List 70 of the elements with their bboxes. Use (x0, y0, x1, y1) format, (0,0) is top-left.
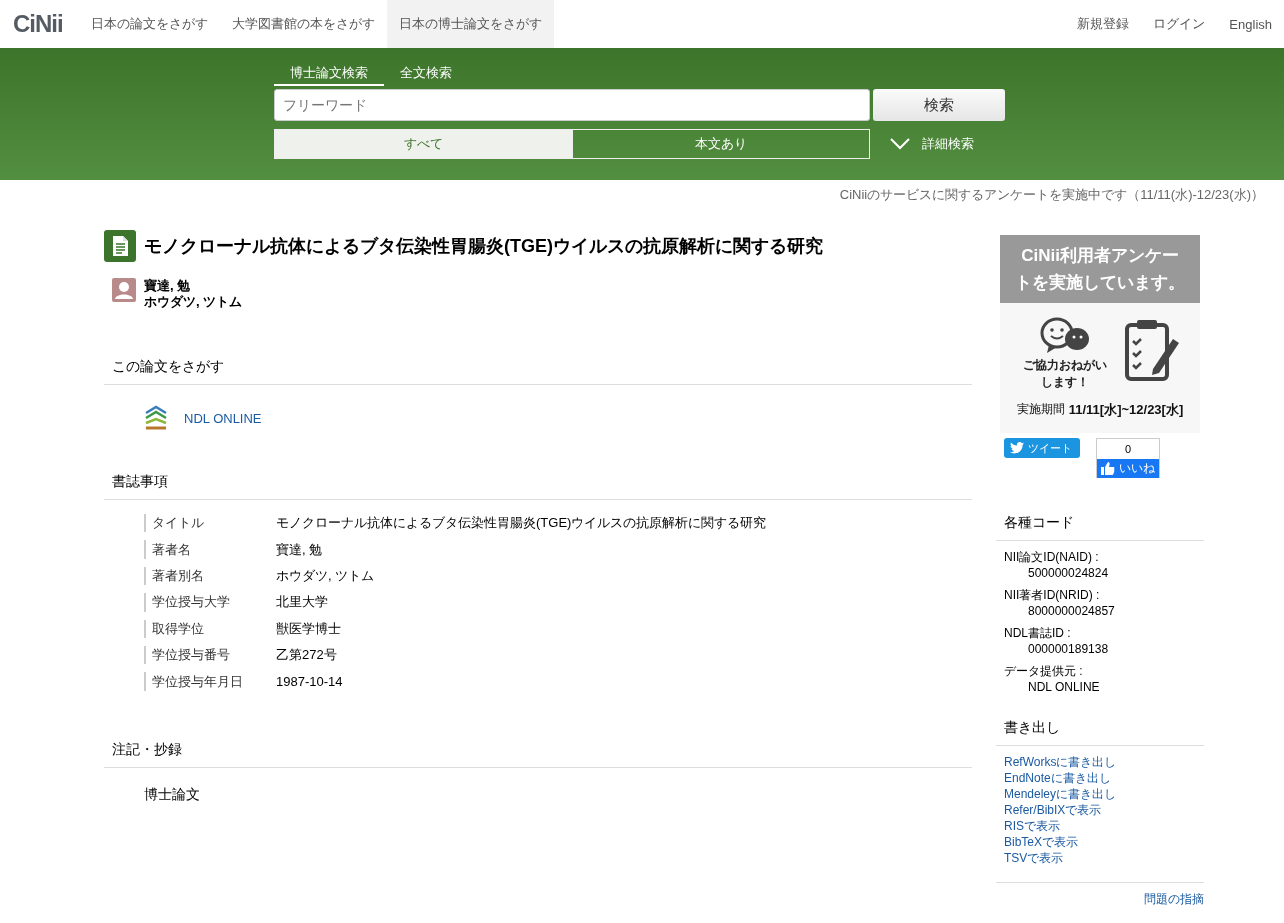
layers-icon (144, 405, 168, 431)
sidebar-heading: 各種コード (996, 514, 1204, 541)
search-tab[interactable]: 全文検索 (384, 64, 468, 86)
sidebar-heading: 書き出し (996, 719, 1204, 746)
field-label: 学位授与年月日 (144, 672, 276, 691)
section-heading: この論文をさがす (104, 358, 972, 385)
code-label: NDL書誌ID : (1004, 625, 1072, 641)
field-label: 取得学位 (144, 619, 276, 638)
nav-tab[interactable]: 日本の博士論文をさがす (386, 0, 554, 48)
export-link[interactable]: Mendeleyに書き出し (1004, 786, 1117, 802)
field-value: 寶達, 勉 (276, 540, 324, 559)
field-value: ホウダツ, ツトム (276, 566, 376, 585)
thumbs-up-icon (1101, 462, 1115, 475)
export-link[interactable]: RefWorksに書き出し (1004, 754, 1117, 770)
header-link[interactable]: English (1217, 0, 1284, 48)
field-value: 1987-10-14 (276, 673, 344, 691)
nav-tab[interactable]: 日本の論文をさがす (78, 0, 220, 48)
speech-bubbles-icon (1039, 317, 1091, 355)
report-link[interactable]: 問題の指摘 (1144, 892, 1204, 906)
export-link[interactable]: BibTeXで表示 (1004, 834, 1079, 850)
author-reading: ホウダツ, ツトム (144, 294, 243, 310)
advanced-search-link[interactable]: 詳細検索 (922, 135, 974, 153)
code-value: 000000189138 (1028, 641, 1110, 657)
site-logo[interactable]: CiNii (0, 0, 79, 48)
field-value: 北里大学 (276, 593, 329, 612)
field-value: モノクローナル抗体によるブタ伝染性胃腸炎(TGE)ウイルスの抗原解析に関する研究 (276, 514, 767, 533)
like-widget[interactable]: 0 いいね (1096, 438, 1160, 478)
author-name[interactable]: 寶達, 勉 (144, 278, 243, 294)
banner-period-label: 実施期間 (1016, 401, 1065, 418)
search-field[interactable]: フリーワード (274, 89, 870, 121)
field-label: 学位授与大学 (144, 593, 276, 612)
clipboard-pencil-icon (1123, 317, 1181, 383)
header-link[interactable]: 新規登録 (1065, 0, 1142, 48)
ndl-link[interactable]: NDL ONLINE (184, 410, 262, 426)
survey-notice[interactable]: CiNiiのサービスに関するアンケートを実施中です（11/11(水)-12/23(水)） (839, 186, 1264, 208)
search-button[interactable]: 検索 (873, 89, 1005, 121)
code-label: データ提供元 : (1004, 663, 1084, 679)
code-label: NII著者ID(NRID) : (1004, 587, 1101, 603)
person-icon (112, 278, 136, 302)
code-value: 500000024824 (1028, 565, 1110, 581)
section-heading: 書誌事項 (104, 473, 972, 500)
field-label: 学位授与番号 (144, 645, 276, 665)
chevron-down-icon (890, 138, 910, 150)
section-heading: 注記・抄録 (104, 740, 972, 768)
field-label: 著者別名 (144, 566, 276, 586)
article-title: モノクローナル抗体によるブタ伝染性胃腸炎(TGE)ウイルスの抗原解析に関する研究 (144, 235, 823, 258)
bird-icon (1010, 442, 1024, 454)
header-link[interactable]: ログイン (1141, 0, 1218, 48)
field-value: 乙第272号 (276, 646, 338, 665)
code-label: NII論文ID(NAID) : (1004, 549, 1100, 565)
note-text: 博士論文 (143, 784, 201, 804)
banner-caption: ご協力おねがいします！ (1022, 357, 1108, 391)
filter-toggle[interactable]: 本文あり (572, 129, 870, 159)
code-value: 8000000024857 (1028, 603, 1116, 619)
like-count: 0 (1124, 442, 1132, 457)
filter-toggle[interactable]: すべて (274, 129, 572, 159)
document-icon (104, 230, 136, 262)
field-value: 獣医学博士 (276, 619, 342, 638)
export-link[interactable]: Refer/BibIXで表示 (1004, 802, 1102, 818)
banner-period: 11/11[水]~12/23[水] (1068, 401, 1184, 419)
export-link[interactable]: TSVで表示 (1004, 850, 1064, 866)
nav-tab[interactable]: 大学図書館の本をさがす (219, 0, 387, 48)
export-link[interactable]: RISで表示 (1004, 818, 1060, 834)
export-link[interactable]: EndNoteに書き出し (1004, 770, 1111, 786)
banner-heading: CiNii利用者アンケートを実施しています。 (1000, 235, 1200, 303)
search-tab[interactable]: 博士論文検索 (274, 64, 384, 86)
survey-banner[interactable]: CiNii利用者アンケートを実施しています。 ご協力おねがいします！ 実施期間 11/11[水]~12/23[水] (1000, 235, 1200, 433)
code-value: NDL ONLINE (1028, 679, 1101, 695)
field-label: 著者名 (144, 540, 276, 559)
field-label: タイトル (144, 514, 276, 533)
